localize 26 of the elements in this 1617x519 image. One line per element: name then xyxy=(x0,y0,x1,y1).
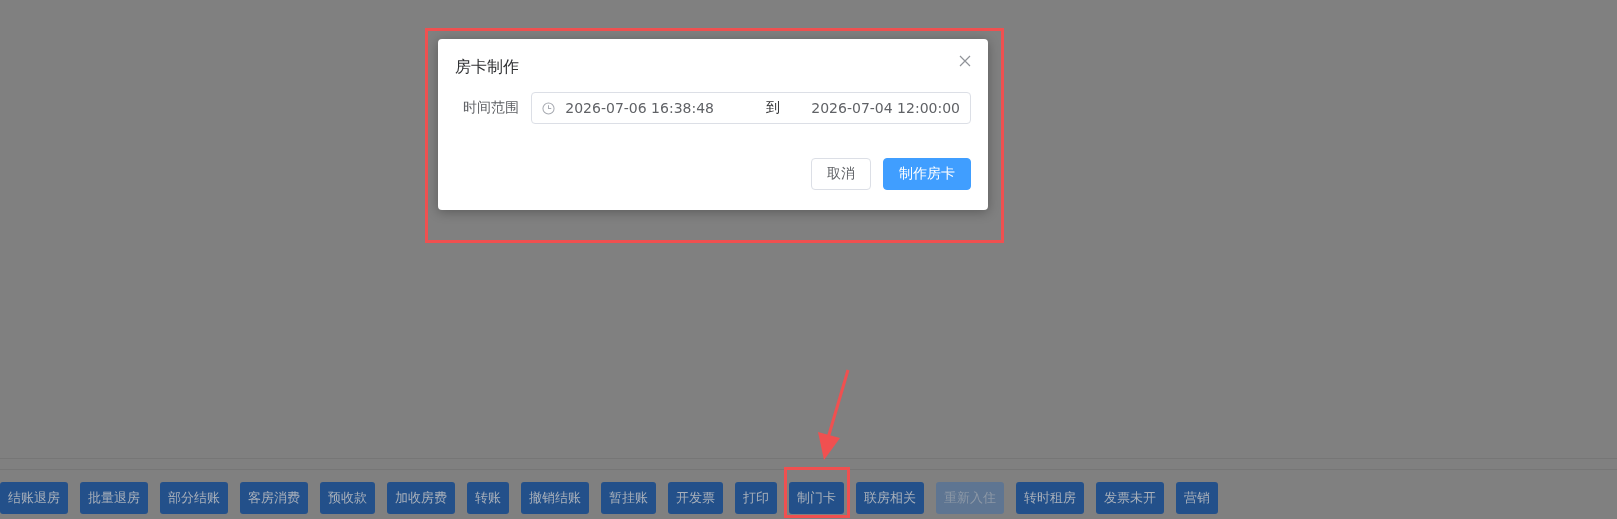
toolbar-button[interactable]: 发票未开 xyxy=(1096,482,1164,514)
close-icon[interactable] xyxy=(959,55,971,67)
toolbar-button[interactable]: 客房消费 xyxy=(240,482,308,514)
toolbar-button[interactable]: 转账 xyxy=(467,482,509,514)
toolbar-button[interactable]: 打印 xyxy=(735,482,777,514)
dialog-title: 房卡制作 xyxy=(455,57,519,78)
date-range-field[interactable]: 2026-07-06 16:38:48 到 2026-07-04 12:00:00 xyxy=(531,92,971,124)
toolbar-button[interactable]: 部分结账 xyxy=(160,482,228,514)
toolbar-button[interactable]: 开发票 xyxy=(668,482,723,514)
toolbar-button[interactable]: 撤销结账 xyxy=(521,482,589,514)
toolbar-button[interactable]: 联房相关 xyxy=(856,482,924,514)
start-date: 2026-07-06 16:38:48 xyxy=(565,100,715,116)
cancel-button[interactable]: 取消 xyxy=(811,158,871,190)
range-separator: 到 xyxy=(765,99,782,117)
toolbar-button[interactable]: 批量退房 xyxy=(80,482,148,514)
field-label: 时间范围 xyxy=(462,99,520,117)
toolbar-button[interactable]: 预收款 xyxy=(320,482,375,514)
toolbar-button[interactable]: 营销 xyxy=(1176,482,1218,514)
toolbar-button[interactable]: 转时租房 xyxy=(1016,482,1084,514)
confirm-button[interactable]: 制作房卡 xyxy=(883,158,971,190)
end-date: 2026-07-04 12:00:00 xyxy=(811,100,960,116)
toolbar-button[interactable]: 加收房费 xyxy=(387,482,455,514)
clock-icon xyxy=(542,101,556,115)
toolbar-button[interactable]: 暂挂账 xyxy=(601,482,656,514)
toolbar-button[interactable]: 结账退房 xyxy=(0,482,68,514)
toolbar-button[interactable]: 制门卡 xyxy=(789,482,844,514)
